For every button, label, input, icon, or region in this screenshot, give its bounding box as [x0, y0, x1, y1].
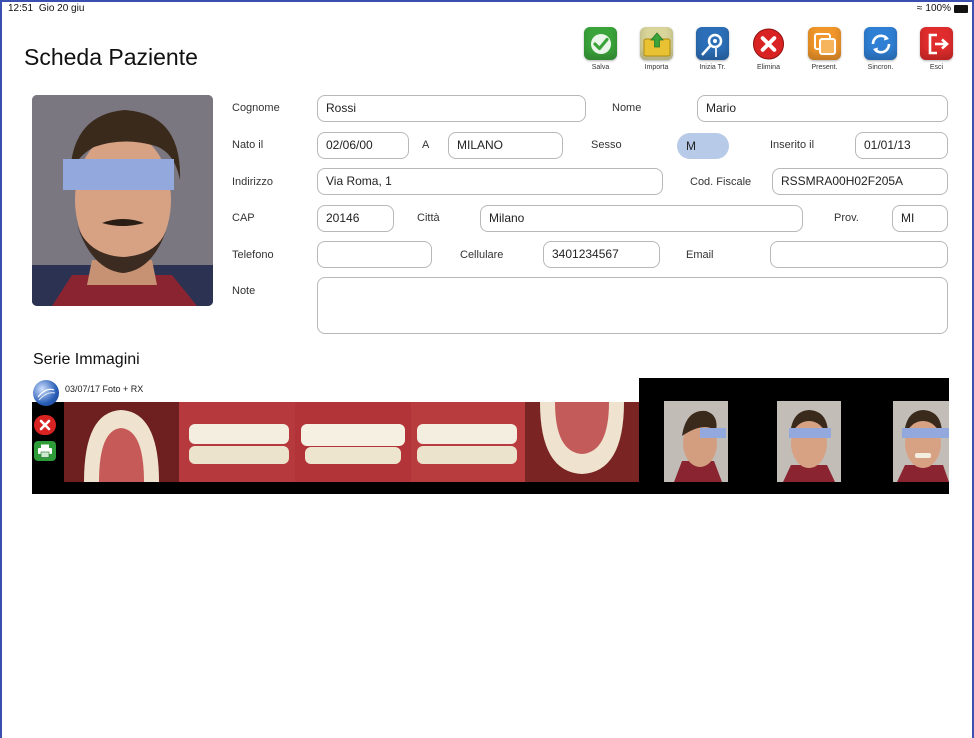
birthplace-label: A: [422, 139, 430, 151]
right-lateral-photo[interactable]: [179, 402, 295, 482]
lower-occlusal-photo[interactable]: [525, 402, 639, 482]
cognome-label: Cognome: [232, 102, 280, 114]
nome-label: Nome: [612, 102, 642, 114]
series-date-label: 03/07/17 Foto + RX: [65, 384, 144, 394]
sync-button[interactable]: Sincron.: [855, 27, 906, 87]
nato-label: Nato il: [232, 139, 264, 151]
image-series-strip: 03/07/17 Foto + RX: [32, 378, 949, 494]
status-time: 12:51: [8, 3, 34, 14]
citta-label: Città: [417, 212, 440, 224]
frontal-intraoral-photo[interactable]: [295, 402, 411, 482]
inserito-label: Inserito il: [770, 139, 815, 151]
cognome-field[interactable]: Rossi: [317, 95, 586, 122]
inserted-date-field[interactable]: 01/01/13: [855, 132, 948, 159]
birthdate-field[interactable]: 02/06/00: [317, 132, 409, 159]
wifi-icon: ≈: [916, 3, 923, 14]
indirizzo-label: Indirizzo: [232, 176, 273, 188]
smiling-face-photo[interactable]: [893, 401, 949, 482]
status-bar: 12:51 Gio 20 giu ≈ 100%: [6, 3, 968, 17]
fiscal-code-field[interactable]: RSSMRA00H02F205A: [772, 168, 948, 195]
delete-button[interactable]: Elimina: [743, 27, 794, 87]
cap-field[interactable]: 20146: [317, 205, 394, 232]
province-field[interactable]: MI: [892, 205, 948, 232]
email-field[interactable]: [770, 241, 948, 268]
frontal-face-photo[interactable]: [777, 401, 841, 482]
cap-label: CAP: [232, 212, 255, 224]
status-date: Gio 20 giu: [38, 3, 85, 14]
sex-toggle[interactable]: M: [677, 133, 729, 159]
fiscal-code-label: Cod. Fiscale: [690, 176, 752, 188]
delete-icon: [752, 27, 785, 60]
note-label: Note: [232, 285, 256, 297]
cellulare-label: Cellulare: [460, 249, 504, 261]
mobile-field[interactable]: 3401234567: [543, 241, 660, 268]
treatment-start-icon: [696, 27, 729, 60]
profile-photo[interactable]: [664, 401, 728, 482]
folder-import-icon: [640, 27, 673, 60]
image-series-title: Serie Immagini: [33, 351, 140, 368]
exit-button[interactable]: Esci: [911, 27, 962, 87]
phone-field[interactable]: [317, 241, 432, 268]
left-lateral-photo[interactable]: [411, 402, 525, 482]
delete-series-icon[interactable]: [34, 415, 56, 435]
sync-icon: [864, 27, 897, 60]
page-title: Scheda Paziente: [24, 44, 198, 70]
start-treatment-button[interactable]: Inizia Tr.: [687, 27, 738, 87]
print-icon[interactable]: [34, 441, 56, 461]
city-field[interactable]: Milano: [480, 205, 803, 232]
import-button[interactable]: Importa: [631, 27, 682, 87]
upper-occlusal-photo[interactable]: [64, 402, 179, 482]
presentation-button[interactable]: Present.: [799, 27, 850, 87]
toolbar: Salva Importa Inizia Tr. Elimina Present…: [575, 27, 962, 87]
battery-icon: [954, 4, 968, 13]
prov-label: Prov.: [834, 212, 859, 224]
address-field[interactable]: Via Roma, 1: [317, 168, 663, 195]
battery-percent: 100%: [925, 3, 951, 14]
globe-icon[interactable]: [33, 380, 59, 406]
telefono-label: Telefono: [232, 249, 274, 261]
email-label: Email: [686, 249, 714, 261]
presentation-icon: [808, 27, 841, 60]
nome-field[interactable]: Mario: [697, 95, 948, 122]
patient-photo[interactable]: [32, 95, 213, 306]
sesso-label: Sesso: [591, 139, 622, 151]
exit-icon: [920, 27, 953, 60]
check-icon: [584, 27, 617, 60]
notes-field[interactable]: [317, 277, 948, 334]
birthplace-field[interactable]: MILANO: [448, 132, 563, 159]
save-button[interactable]: Salva: [575, 27, 626, 87]
